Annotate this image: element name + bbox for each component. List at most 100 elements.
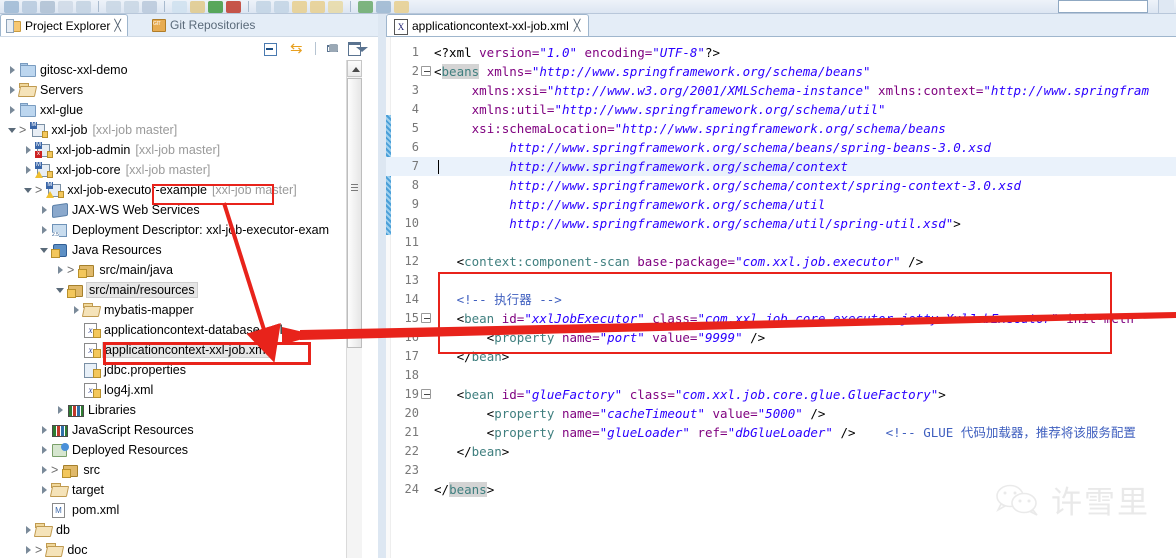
close-icon[interactable]: ╳ [574,19,581,32]
new-icon[interactable] [58,0,73,13]
maven-project-icon [30,122,49,138]
expand-arrow-open-icon[interactable] [22,180,35,200]
code-line[interactable]: 7 http://www.springframework.org/schema/… [386,157,1176,176]
expand-arrow-open-icon[interactable] [38,240,51,260]
expand-arrow-closed-icon[interactable] [38,200,51,220]
tree-item-deployment-descriptor-xxl-job-executor-exam[interactable]: Deployment Descriptor: xxl-job-executor-… [0,220,362,240]
code-line[interactable]: 20 <property name="cacheTimeout" value="… [386,404,1176,423]
tree-item-libraries[interactable]: Libraries [0,400,362,420]
tree-item-db[interactable]: db [0,520,362,540]
scrollbar-up-icon[interactable] [347,60,362,77]
code-line[interactable]: 21 <property name="glueLoader" ref="dbGl… [386,423,1176,442]
tree-item-target[interactable]: target [0,480,362,500]
tree-item-xxl-job-core[interactable]: xxl-job-core [xxl-job master] [0,160,362,180]
expand-arrow-closed-icon[interactable] [38,440,51,460]
expand-arrow-closed-icon[interactable] [54,260,67,280]
project-tree[interactable]: gitosc-xxl-demo Servers xxl-glue > xxl-job [x… [0,60,362,558]
view-mode-icon[interactable] [326,42,342,56]
editor-tab-applicationcontext-xxl-job[interactable]: applicationcontext-xxl-job.xml ╳ [386,14,590,36]
redo-icon[interactable] [124,0,139,13]
code-line[interactable]: 18 [386,366,1176,385]
code-fold-toggle-icon[interactable] [421,313,431,323]
tree-item-pom-xml[interactable]: pom.xml [0,500,362,520]
code-line[interactable]: 11 [386,233,1176,252]
tree-item-gitosc-xxl-demo[interactable]: gitosc-xxl-demo [0,60,362,80]
expand-arrow-closed-icon[interactable] [22,160,35,180]
expand-arrow-closed-icon[interactable] [70,300,83,320]
expand-arrow-closed-icon[interactable] [38,420,51,440]
code-line[interactable]: 8 http://www.springframework.org/schema/… [386,176,1176,195]
tree-item-javascript-resources[interactable]: JavaScript Resources [0,420,362,440]
code-line[interactable]: 22 </bean> [386,442,1176,461]
expand-arrow-open-icon[interactable] [54,280,67,300]
save-icon[interactable] [4,0,19,13]
new-package-icon[interactable] [310,0,325,13]
debug-icon[interactable] [172,0,187,13]
tree-item-mybatis-mapper[interactable]: mybatis-mapper [0,300,362,320]
expand-arrow-closed-icon[interactable] [38,480,51,500]
next-annotation-icon[interactable] [256,0,271,13]
expand-arrow-closed-icon[interactable] [6,80,19,100]
tree-item-xxl-glue[interactable]: xxl-glue [0,100,362,120]
previous-annotation-icon[interactable] [274,0,289,13]
close-icon[interactable]: ╳ [114,19,121,32]
run-icon[interactable] [208,0,223,13]
code-line[interactable]: 5 xsi:schemaLocation="http://www.springf… [386,119,1176,138]
code-line[interactable]: 10 http://www.springframework.org/schema… [386,214,1176,233]
search-icon[interactable] [142,0,157,13]
tree-item-log4j-xml[interactable]: log4j.xml [0,380,362,400]
code-fold-toggle-icon[interactable] [421,389,431,399]
undo-icon[interactable] [106,0,121,13]
code-line[interactable]: 2 <beans xmlns="http://www.springframewor… [386,62,1176,81]
tree-item-deployed-resources[interactable]: Deployed Resources [0,440,362,460]
line-number: 3 [411,83,419,97]
open-icon[interactable] [76,0,91,13]
expand-arrow-open-icon[interactable] [6,120,19,140]
code-line[interactable]: 9 http://www.springframework.org/schema/… [386,195,1176,214]
view-menu-icon[interactable] [354,42,370,56]
tab-project-explorer[interactable]: Project Explorer ╳ [0,14,128,36]
link-with-editor-icon[interactable]: ⇆ [290,41,306,56]
save-all-icon[interactable] [22,0,37,13]
new-java-project-icon[interactable] [292,0,307,13]
expand-arrow-closed-icon[interactable] [38,460,51,480]
forward-icon[interactable] [376,0,391,13]
expand-arrow-closed-icon[interactable] [22,520,35,540]
code-line[interactable]: 19 <bean id="glueFactory" class="com.xxl… [386,385,1176,404]
expand-arrow-closed-icon[interactable] [6,100,19,120]
tree-item-src-main-resources[interactable]: src/main/resources [0,280,362,300]
tab-git-repositories[interactable]: Git Repositories [146,14,261,36]
scrollbar-thumb[interactable] [347,78,362,348]
line-number: 16 [404,330,419,344]
bookmark-icon[interactable] [394,0,409,13]
code-line[interactable]: 6 http://www.springframework.org/schema/… [386,138,1176,157]
tree-item-applicationcontext-database-xml[interactable]: applicationcontext-database.xml [0,320,362,340]
project-tree-scrollbar[interactable] [346,60,362,558]
toolbar-overflow-button[interactable] [1158,0,1174,13]
panel-sash[interactable] [378,14,386,558]
code-line[interactable]: 12 <context:component-scan base-package=… [386,252,1176,271]
tree-item-xxl-job-admin[interactable]: x xxl-job-admin [xxl-job master] [0,140,362,160]
tree-item-src-main-java[interactable]: > src/main/java [0,260,362,280]
new-class-icon[interactable] [328,0,343,13]
code-line[interactable]: 3 xmlns:xsi="http://www.w3.org/2001/XMLS… [386,81,1176,100]
code-line[interactable]: 4 xmlns:util="http://www.springframework… [386,100,1176,119]
back-icon[interactable] [358,0,373,13]
code-line[interactable]: 1 <?xml version="1.0" encoding="UTF-8"?> [386,43,1176,62]
code-fold-toggle-icon[interactable] [421,66,431,76]
stop-icon[interactable] [226,0,241,13]
print-icon[interactable] [40,0,55,13]
tree-item-doc[interactable]: > doc [0,540,362,558]
tree-item-xxl-job[interactable]: > xxl-job [xxl-job master] [0,120,362,140]
expand-arrow-closed-icon[interactable] [6,60,19,80]
expand-arrow-closed-icon[interactable] [22,540,35,558]
external-tools-icon[interactable] [190,0,205,13]
toolbar-search-input[interactable] [1058,0,1148,13]
collapse-all-icon[interactable] [262,42,278,56]
tree-item-servers[interactable]: Servers [0,80,362,100]
expand-arrow-closed-icon[interactable] [54,400,67,420]
tree-item-java-resources[interactable]: Java Resources [0,240,362,260]
expand-arrow-closed-icon[interactable] [38,220,51,240]
expand-arrow-closed-icon[interactable] [22,140,35,160]
tree-item-src[interactable]: > src [0,460,362,480]
